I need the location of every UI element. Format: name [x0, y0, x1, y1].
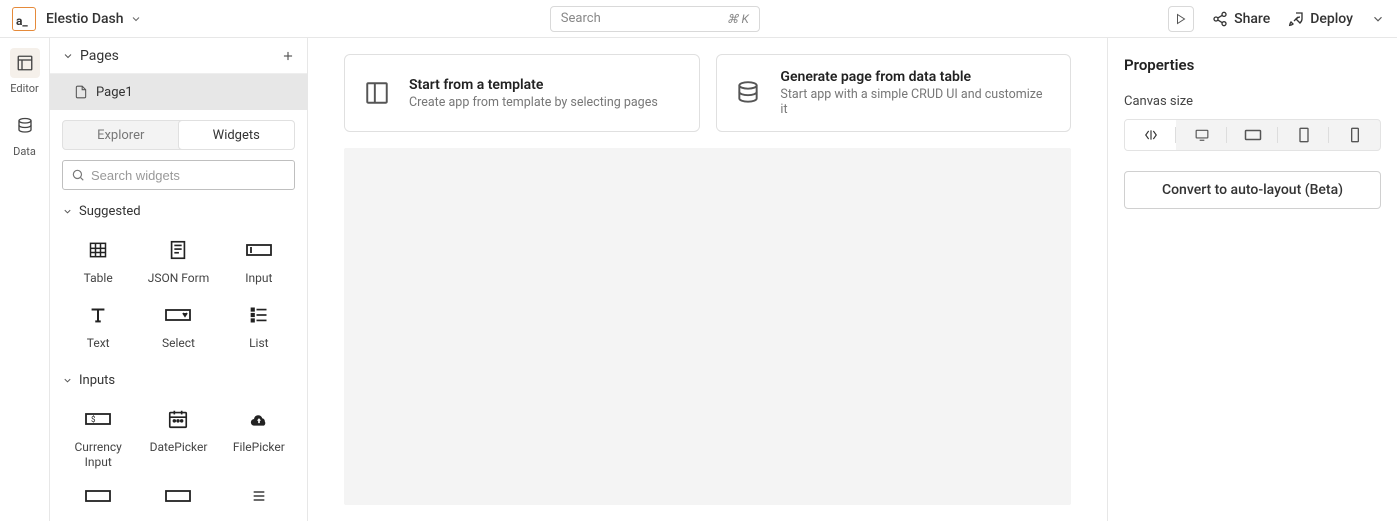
plus-icon [281, 49, 295, 63]
section-title: Inputs [79, 373, 115, 388]
rail-label: Data [13, 145, 36, 158]
widget-search[interactable] [62, 160, 295, 190]
input-icon [244, 237, 274, 263]
chevron-down-icon[interactable] [1371, 12, 1385, 26]
size-desktop[interactable] [1176, 120, 1227, 150]
widget-label: Input [245, 271, 272, 286]
panel-tabs: Explorer Widgets [62, 120, 295, 150]
size-laptop[interactable] [1227, 120, 1278, 150]
size-fluid[interactable] [1125, 120, 1176, 150]
widget-currency-input[interactable]: $ Currency Input [62, 406, 134, 470]
widget-label: Currency Input [62, 440, 134, 470]
widget-label: List [249, 336, 269, 351]
database-icon [735, 79, 763, 107]
canvas-size-toggle [1124, 119, 1381, 151]
editor-icon [10, 48, 40, 78]
widget-search-input[interactable] [91, 168, 286, 183]
share-button[interactable]: Share [1212, 11, 1270, 27]
left-panel: Pages Page1 Explorer Widgets Suggested [50, 38, 308, 521]
widget-select[interactable]: Select [142, 302, 214, 351]
widget-datepicker[interactable]: DatePicker [142, 406, 214, 470]
tablet-icon [1298, 127, 1310, 143]
tab-explorer[interactable]: Explorer [63, 121, 179, 149]
fluid-icon [1143, 128, 1159, 142]
rail-item-editor[interactable]: Editor [0, 48, 49, 95]
app-title-dropdown[interactable]: Elestio Dash [46, 11, 142, 27]
list-icon [244, 302, 274, 328]
database-icon [10, 111, 40, 141]
pages-header[interactable]: Pages [50, 38, 307, 74]
widget-label: DatePicker [150, 440, 208, 455]
currency-icon: $ [83, 406, 113, 432]
pages-title: Pages [80, 48, 275, 64]
search-shortcut: ⌘ K [727, 12, 749, 26]
card-generate-page[interactable]: Generate page from data table Start app … [716, 54, 1072, 132]
form-icon [163, 237, 193, 263]
widget-label: Select [162, 336, 195, 351]
deploy-label: Deploy [1310, 11, 1353, 27]
left-rail: Editor Data [0, 38, 50, 521]
widget-table[interactable]: Table [62, 237, 134, 286]
canvas-size-label: Canvas size [1124, 94, 1381, 109]
widget-filepicker[interactable]: FilePicker [223, 406, 295, 470]
search-icon [71, 168, 85, 182]
chevron-down-icon [62, 375, 73, 386]
tab-widgets[interactable]: Widgets [178, 120, 296, 150]
right-panel: Properties Canvas size [1107, 38, 1397, 521]
card-subtitle: Create app from template by selecting pa… [409, 95, 658, 110]
text-icon [83, 302, 113, 328]
widget-row-peek [62, 488, 295, 502]
section-title: Suggested [79, 204, 141, 219]
global-search[interactable]: Search ⌘ K [550, 6, 760, 32]
center-canvas-area: Start from a template Create app from te… [308, 38, 1107, 521]
app-title-text: Elestio Dash [46, 11, 124, 27]
app-logo: a_ [12, 7, 36, 31]
chevron-down-icon [62, 206, 73, 217]
properties-title: Properties [1124, 56, 1381, 74]
desktop-icon [1193, 128, 1211, 142]
chevron-down-icon [62, 50, 74, 62]
page-label: Page1 [96, 85, 133, 100]
share-icon [1212, 11, 1228, 27]
size-tablet[interactable] [1278, 120, 1329, 150]
section-suggested[interactable]: Suggested [62, 200, 295, 223]
chevron-down-icon [130, 13, 142, 25]
cloud-upload-icon [244, 406, 274, 432]
widget-text[interactable]: Text [62, 302, 134, 351]
search-placeholder: Search [561, 11, 601, 26]
size-mobile[interactable] [1329, 120, 1380, 150]
convert-auto-layout-button[interactable]: Convert to auto-layout (Beta) [1124, 171, 1381, 209]
widget-list[interactable]: List [223, 302, 295, 351]
page-icon [74, 85, 88, 99]
rail-item-data[interactable]: Data [0, 111, 49, 158]
section-inputs[interactable]: Inputs [62, 369, 295, 392]
widget-label: FilePicker [233, 440, 285, 455]
card-title: Start from a template [409, 77, 658, 93]
card-start-template[interactable]: Start from a template Create app from te… [344, 54, 700, 132]
widget-label: Text [87, 336, 110, 351]
mobile-icon [1350, 127, 1360, 143]
canvas[interactable] [344, 148, 1071, 505]
svg-text:$: $ [91, 415, 96, 424]
add-page-button[interactable] [281, 49, 295, 63]
play-icon [1175, 13, 1187, 25]
widget-json-form[interactable]: JSON Form [142, 237, 214, 286]
widget-label: Table [84, 271, 113, 286]
widget-label: JSON Form [148, 271, 209, 286]
rocket-icon [1288, 11, 1304, 27]
select-icon [163, 302, 193, 328]
tablet-landscape-icon [1244, 129, 1262, 141]
rail-label: Editor [10, 82, 39, 95]
table-icon [83, 237, 113, 263]
deploy-button[interactable]: Deploy [1288, 11, 1353, 27]
page-item[interactable]: Page1 [50, 74, 307, 110]
layout-icon [363, 79, 391, 107]
topbar: a_ Elestio Dash Search ⌘ K Share Deploy [0, 0, 1397, 38]
card-title: Generate page from data table [780, 69, 1052, 85]
share-label: Share [1234, 11, 1270, 27]
card-subtitle: Start app with a simple CRUD UI and cust… [780, 87, 1052, 117]
calendar-icon [163, 406, 193, 432]
preview-button[interactable] [1168, 6, 1194, 32]
widget-input[interactable]: Input [223, 237, 295, 286]
